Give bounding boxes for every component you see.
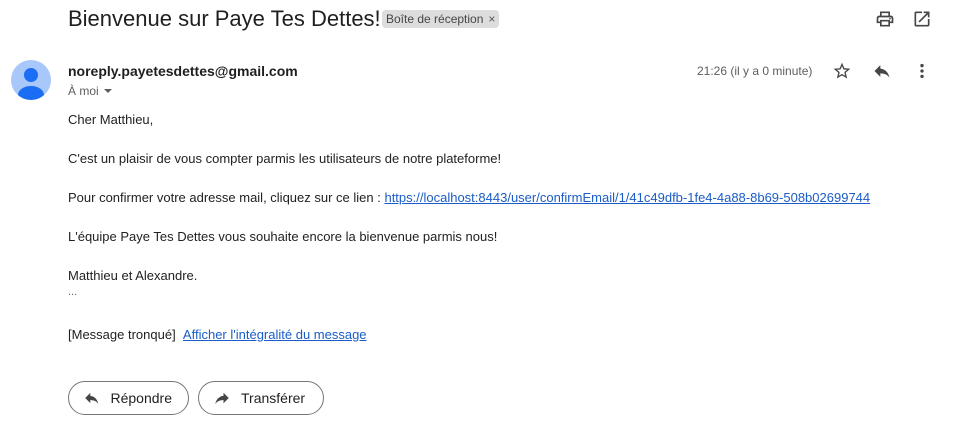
truncated-notice: [Message tronqué] Afficher l'intégralité… [68, 327, 367, 342]
more-vert-icon[interactable] [910, 59, 934, 83]
inbox-label-text: Boîte de réception [386, 12, 484, 26]
email-subject: Bienvenue sur Paye Tes Dettes! [68, 6, 381, 31]
confirm-email-link[interactable]: https://localhost:8443/user/confirmEmail… [384, 190, 870, 205]
sender-email[interactable]: noreply.payetesdettes@gmail.com [68, 63, 298, 79]
remove-label-icon[interactable]: × [488, 12, 495, 26]
reply-button-label: Répondre [110, 390, 173, 406]
closing-text: L'équipe Paye Tes Dettes vous souhaite e… [68, 229, 498, 244]
forward-button-label: Transférer [241, 390, 306, 406]
star-icon[interactable] [830, 59, 854, 83]
welcome-text: C'est un plaisir de vous compter parmis … [68, 151, 502, 166]
confirm-paragraph: Pour confirmer votre adresse mail, cliqu… [68, 190, 870, 205]
open-in-new-window-icon[interactable] [910, 7, 934, 31]
forward-button[interactable]: Transférer [198, 381, 324, 415]
print-icon[interactable] [873, 7, 897, 31]
forward-icon [215, 392, 229, 404]
message-timestamp: 21:26 (il y a 0 minute) [697, 64, 813, 78]
show-full-message-link[interactable]: Afficher l'intégralité du message [183, 327, 367, 342]
reply-icon[interactable] [870, 59, 894, 83]
confirm-prefix-text: Pour confirmer votre adresse mail, cliqu… [68, 190, 385, 205]
signature-text: Matthieu et Alexandre. [68, 268, 198, 283]
trimmed-content-toggle[interactable]: ... [68, 286, 77, 298]
caret-down-icon [103, 89, 112, 93]
sender-avatar [11, 60, 51, 100]
greeting-text: Cher Matthieu, [68, 112, 154, 127]
recipient-toggle[interactable]: À moi [68, 84, 113, 98]
reply-button[interactable]: Répondre [68, 381, 189, 415]
truncated-text: [Message tronqué] [68, 327, 176, 342]
reply-icon [85, 392, 99, 404]
inbox-label-chip[interactable]: Boîte de réception × [382, 10, 500, 28]
recipient-label: À moi [68, 84, 99, 98]
